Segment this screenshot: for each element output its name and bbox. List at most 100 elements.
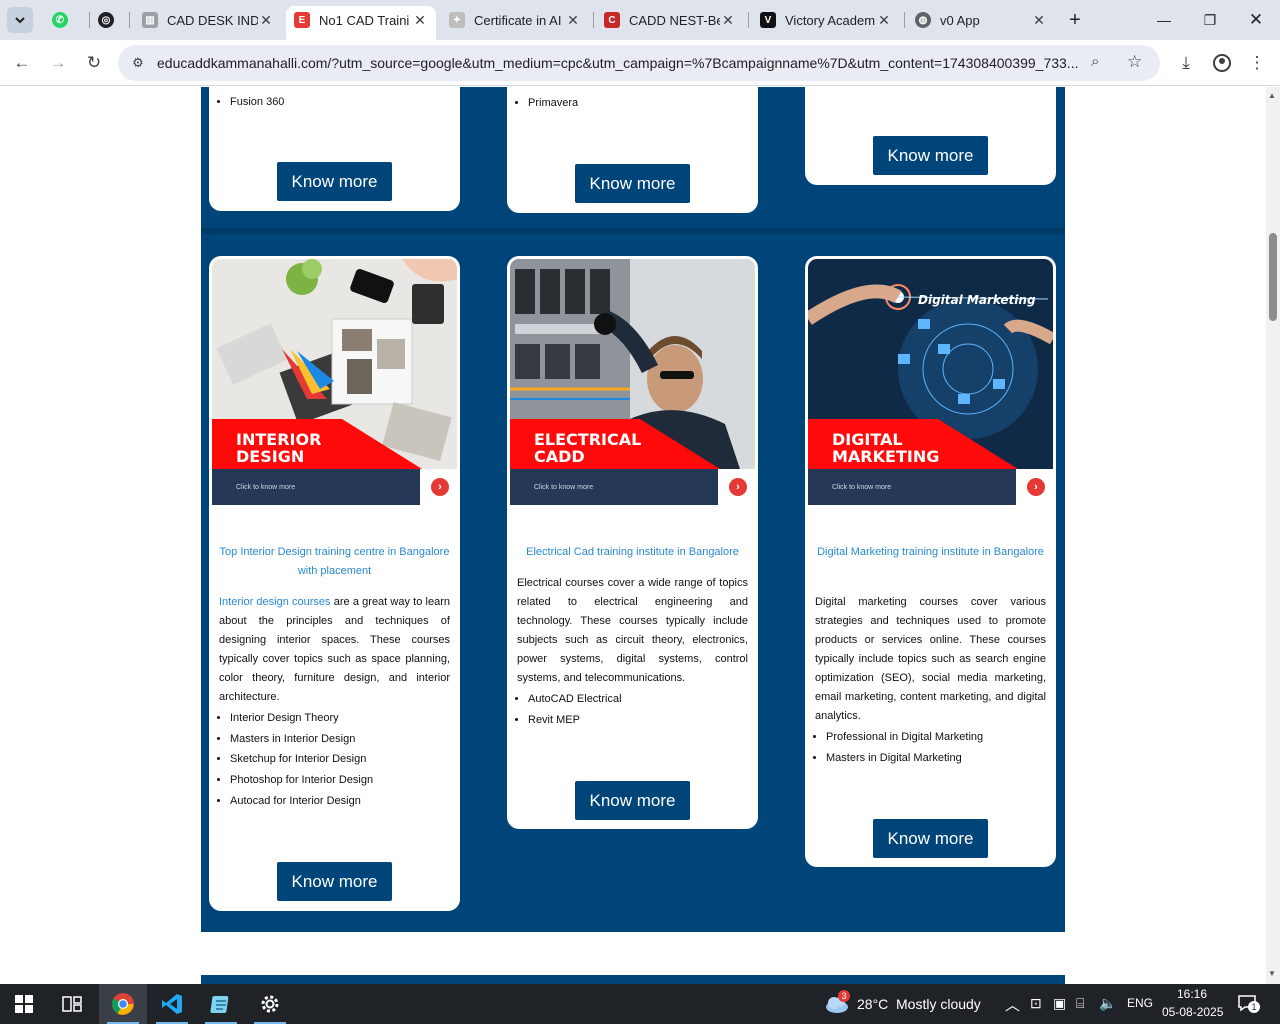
menu-button[interactable]: ⋮ [1244,50,1270,76]
url-text[interactable]: educaddkammanahalli.com/?utm_source=goog… [157,55,1087,71]
course-card-digital-marketing: Digital Marketing DIGITAL MARKETING Click… [805,256,1056,867]
download-icon: ⤓ [1182,53,1190,72]
close-window-button[interactable]: ✕ [1233,0,1279,40]
site-info-icon[interactable]: ⚙ [127,53,149,73]
course-card-top-3: Know more [805,87,1056,185]
forward-button[interactable]: → [45,50,71,76]
back-arrow-icon: ← [13,53,31,72]
course-banner-digital-marketing[interactable]: Digital Marketing DIGITAL MARKETING Click… [808,259,1053,505]
chevron-right-icon[interactable]: › [1027,478,1045,496]
restore-button[interactable]: ❐ [1187,0,1233,40]
course-list-item: AutoCAD Electrical [528,689,748,710]
banner-title-line: DESIGN [236,447,305,466]
notification-center-button[interactable]: 1 [1237,994,1260,1014]
course-card-interior-design: INTERIOR DESIGN Click to know more › Top … [209,256,460,911]
know-more-button[interactable]: Know more [575,164,690,203]
tab-title: No1 CAD Traini [319,12,410,28]
know-more-button[interactable]: Know more [277,162,392,201]
know-more-button[interactable]: Know more [873,819,988,858]
vscode-icon [162,994,182,1014]
tab-educadd-active[interactable]: E No1 CAD Traini ✕ [286,6,436,40]
weather-temperature[interactable]: 28°C [857,996,888,1012]
banner-title-line: CADD [534,447,585,466]
forward-arrow-icon: → [49,53,67,72]
banner-title-line: MARKETING [832,447,940,466]
settings-gear-icon [261,995,279,1013]
tab-openai[interactable]: ◎ [90,7,130,33]
start-button[interactable] [0,984,48,1024]
course-list-item: Fusion 360 [230,92,450,113]
globe-icon: ◍ [915,12,931,28]
task-view-icon [62,996,82,1012]
chevron-right-icon[interactable]: › [431,478,449,496]
back-button[interactable]: ← [9,50,35,76]
taskbar-chrome[interactable] [99,984,147,1024]
scroll-up-icon[interactable]: ▲ [1268,91,1276,100]
course-description-text: are a great way to learn about the princ… [219,596,451,703]
language-indicator[interactable]: ENG [1127,996,1153,1010]
clock-date[interactable]: 05-08-2025 [1162,1005,1223,1019]
meet-now-icon[interactable]: ⊡ [1030,995,1042,1012]
tab-search-button[interactable] [7,7,33,33]
browser-toolbar: ← → ↻ ⚙ educaddkammanahalli.com/?utm_sou… [0,40,1280,86]
zoom-icon[interactable]: ⌕ [1091,53,1099,70]
close-tab-icon[interactable]: ✕ [565,12,581,29]
address-bar[interactable]: ⚙ educaddkammanahalli.com/?utm_source=go… [118,45,1160,81]
tab-title: Certificate in AI [474,12,562,28]
scroll-thumb[interactable] [1269,233,1277,321]
display-icon[interactable]: ▣ [1053,995,1066,1012]
tab-separator [129,12,130,28]
banner-title: DIGITAL MARKETING [832,431,939,465]
tab-caddnest[interactable]: C CADD NEST-Be ✕ [596,7,744,33]
reload-icon: ↻ [86,53,102,72]
notepad-icon [210,996,229,1013]
close-tab-icon[interactable]: ✕ [720,12,736,29]
clock-time[interactable]: 16:16 [1177,987,1207,1001]
tab-victory[interactable]: V Victory Academ ✕ [752,7,900,33]
new-tab-button[interactable]: + [1062,7,1088,33]
task-view-button[interactable] [48,984,96,1024]
page-scrollbar[interactable]: ▲ ▼ [1266,87,1280,984]
volume-icon[interactable]: 🔈 [1099,995,1116,1012]
course-banner-interior[interactable]: INTERIOR DESIGN Click to know more › [212,259,457,505]
close-tab-icon[interactable]: ✕ [876,12,892,29]
banner-cta: Click to know more [534,484,594,491]
know-more-button[interactable]: Know more [873,136,988,175]
reload-button[interactable]: ↻ [81,50,107,76]
weather-widget[interactable]: 3 [824,990,850,1015]
minimize-button[interactable]: — [1141,0,1187,40]
weather-condition[interactable]: Mostly cloudy [896,996,981,1012]
profile-button[interactable] [1209,50,1235,76]
know-more-button[interactable]: Know more [277,862,392,901]
weather-badge: 3 [838,990,850,1002]
restore-icon: ❐ [1203,11,1217,28]
bookmark-star-icon[interactable]: ☆ [1127,52,1142,72]
close-tab-icon[interactable]: ✕ [258,12,274,29]
taskbar-settings[interactable] [246,984,294,1024]
scroll-down-icon[interactable]: ▼ [1268,969,1276,978]
course-list: Primavera [528,93,748,114]
tab-whatsapp[interactable]: ✆ [44,7,84,33]
course-list-item: Masters in Digital Marketing [826,748,1046,769]
close-tab-icon[interactable]: ✕ [412,12,428,29]
tab-cad-desk[interactable]: ▥ CAD DESK INDI ✕ [134,7,282,33]
close-icon: ✕ [1248,10,1264,29]
downloads-button[interactable]: ⤓ [1173,50,1199,76]
taskbar-vscode[interactable] [148,984,196,1024]
chrome-icon [112,993,134,1015]
course-heading: Digital Marketing training institute in … [817,546,1044,558]
plus-icon: + [1069,8,1081,31]
know-more-button[interactable]: Know more [575,781,690,820]
close-tab-icon[interactable]: ✕ [1031,12,1047,29]
course-banner-electrical[interactable]: ELECTRICAL CADD Click to know more › [510,259,755,505]
network-icon[interactable]: ⌸ [1076,995,1084,1012]
chevron-right-icon[interactable]: › [729,478,747,496]
taskbar-notepad[interactable] [197,984,245,1024]
tab-v0-app[interactable]: ◍ v0 App ✕ [907,7,1055,33]
course-list: Fusion 360 [230,92,450,113]
show-hidden-icons[interactable]: ︿ [1005,994,1020,1015]
windows-taskbar: 3 28°C Mostly cloudy ︿ ⊡ ▣ ⌸ 🔈 ENG 16:16… [0,984,1280,1024]
tab-certificate[interactable]: ✦ Certificate in AI ✕ [441,7,589,33]
course-link[interactable]: Interior design courses [219,596,331,608]
tab-title: v0 App [940,12,980,28]
